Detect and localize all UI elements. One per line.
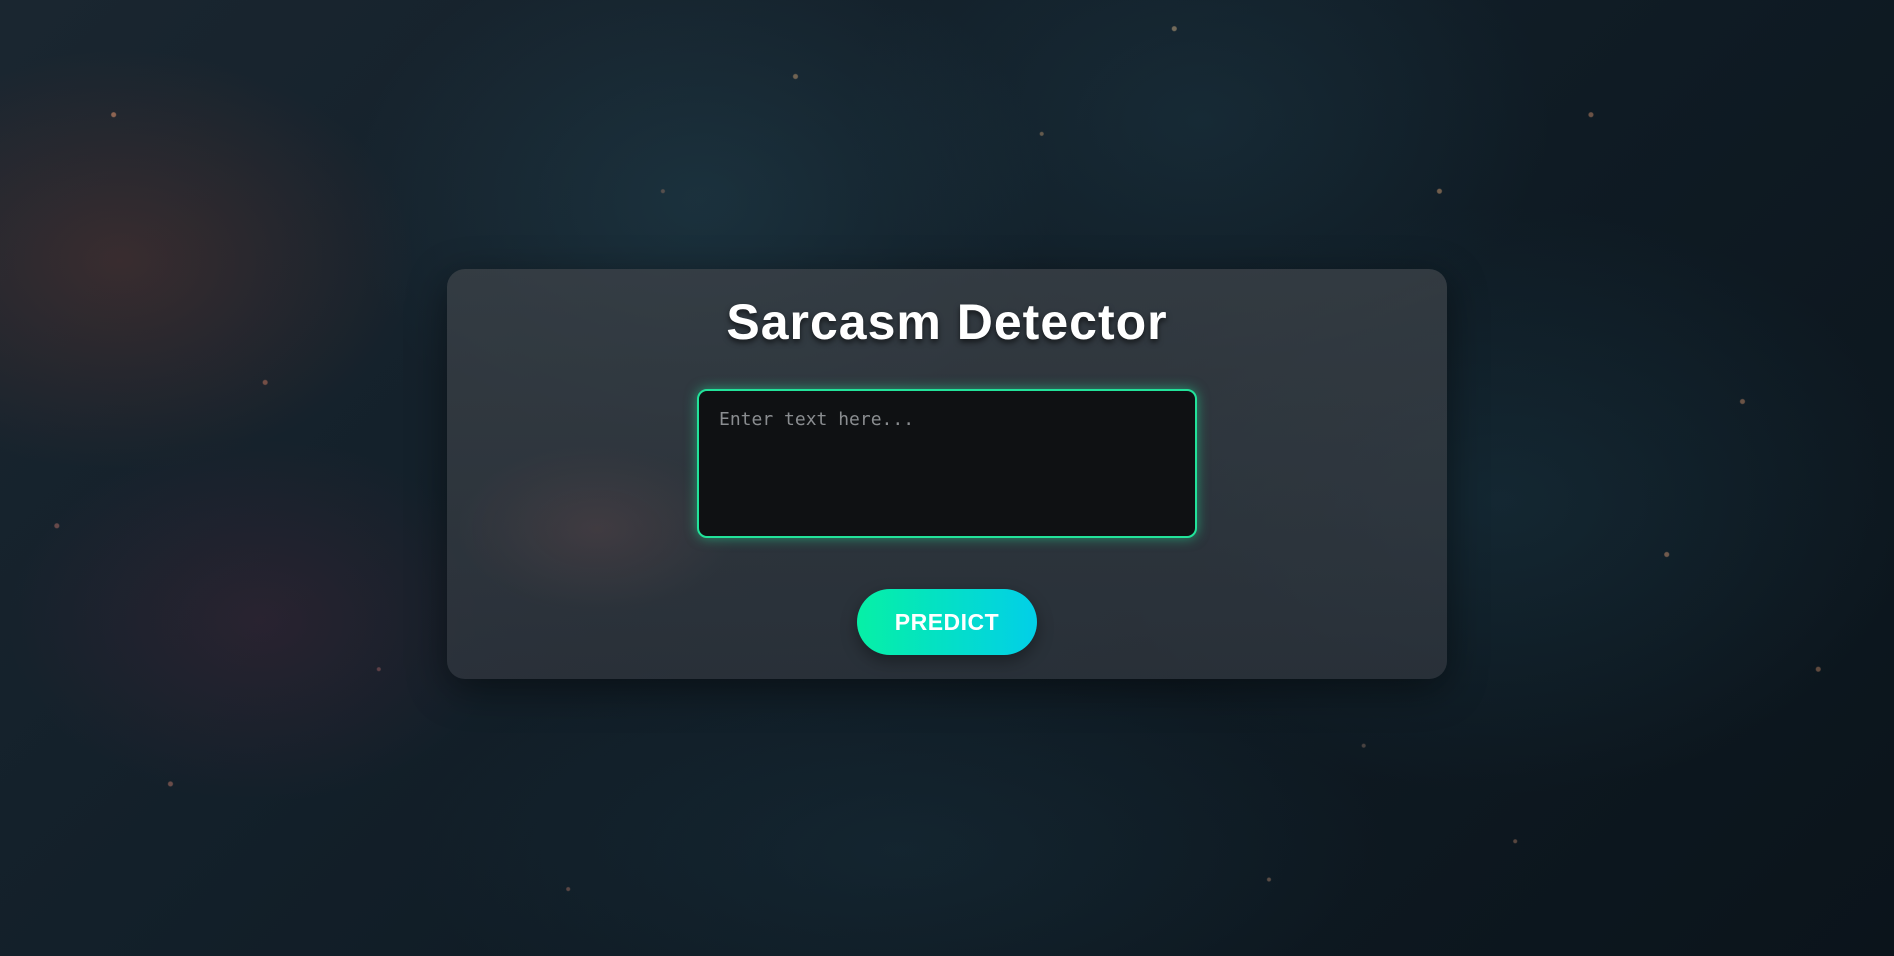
detector-card: Sarcasm Detector PREDICT xyxy=(447,269,1447,679)
text-input[interactable] xyxy=(697,389,1197,538)
predict-button[interactable]: PREDICT xyxy=(857,589,1037,655)
page-title: Sarcasm Detector xyxy=(726,294,1168,350)
